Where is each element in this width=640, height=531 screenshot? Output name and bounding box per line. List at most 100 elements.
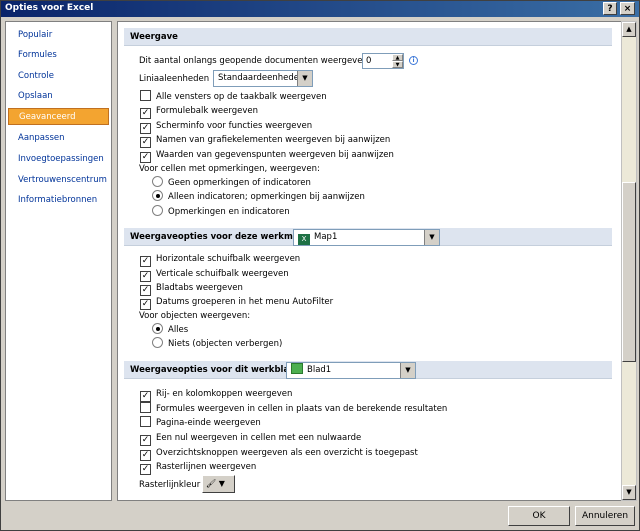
scroll-up-icon[interactable]: ▲ [622, 22, 636, 37]
checkbox-label: Formulebalk weergeven [156, 106, 259, 116]
info-icon: i [409, 56, 418, 65]
radio-button[interactable] [152, 190, 163, 201]
nav-item-invoegtoepassingen[interactable]: Invoegtoepassingen [8, 151, 109, 168]
stepper-buttons[interactable]: ▲ ▼ [392, 54, 403, 68]
recent-docs-label: Dit aantal onlangs geopende documenten w… [139, 56, 371, 66]
radio-label: Opmerkingen en indicatoren [168, 207, 290, 217]
objects-label: Voor objecten weergeven: [139, 311, 251, 321]
workbook-dropdown[interactable]: X Map1 ▼ [293, 229, 440, 246]
nav-item-informatiebronnen[interactable]: Informatiebronnen [8, 192, 109, 209]
ok-button[interactable]: OK [508, 506, 570, 526]
comments-label: Voor cellen met opmerkingen, weergeven: [139, 164, 320, 174]
check-taskbar-windows[interactable]: Alle vensters op de taakbalk weergeven [140, 90, 327, 104]
settings-panel: Weergave Dit aantal onlangs geopende doc… [117, 21, 622, 501]
worksheet-dropdown[interactable]: Blad1 ▼ [286, 362, 416, 379]
check-page-breaks[interactable]: Pagina-einde weergeven [140, 416, 261, 430]
radio-label: Alleen indicatoren; opmerkingen bij aanw… [168, 192, 365, 202]
ruler-units-value: Standaardeenheden [218, 73, 305, 83]
check-show-zero[interactable]: ✓ Een nul weergeven in cellen met een nul… [140, 431, 362, 446]
nav-item-formules[interactable]: Formules [8, 47, 109, 64]
checkbox-label: Rasterlijnen weergeven [156, 462, 257, 472]
gridline-color-picker[interactable]: 🖌 ▼ [202, 475, 235, 493]
worksheet-value: Blad1 [307, 365, 332, 375]
nav-item-vertrouwenscentrum[interactable]: Vertrouwenscentrum [8, 172, 109, 189]
check-sheet-tabs[interactable]: ✓ Bladtabs weergeven [140, 281, 243, 296]
checkbox-label: Scherminfo voor functies weergeven [156, 121, 313, 131]
checkbox[interactable] [140, 90, 151, 101]
checkbox[interactable]: ✓ [140, 391, 151, 402]
checkbox-label: Pagina-einde weergeven [156, 418, 261, 428]
nav-item-geavanceerd[interactable]: Geavanceerd [8, 108, 109, 125]
chevron-down-icon: ▼ [218, 479, 225, 488]
nav-item-aanpassen[interactable]: Aanpassen [8, 130, 109, 147]
checkbox-label: Datums groeperen in het menu AutoFilter [156, 297, 334, 307]
vertical-scrollbar[interactable]: ▲ ▼ [621, 21, 637, 501]
stepper-up-icon[interactable]: ▲ [392, 54, 403, 61]
checkbox[interactable]: ✓ [140, 435, 151, 446]
radio-button[interactable] [152, 205, 163, 216]
check-show-formulas[interactable]: Formules weergeven in cellen in plaats v… [140, 402, 447, 416]
chevron-down-icon: ▼ [400, 363, 415, 378]
radio-button[interactable] [152, 337, 163, 348]
radio-comments-and-indicators[interactable]: Opmerkingen en indicatoren [152, 205, 290, 219]
ruler-units-label: Liniaaleenheden [139, 74, 210, 84]
checkbox[interactable] [140, 416, 151, 427]
scroll-thumb[interactable] [622, 182, 636, 362]
scroll-down-icon[interactable]: ▼ [622, 485, 636, 500]
section-header-weergave: Weergave [124, 28, 612, 46]
checkbox-label: Bladtabs weergeven [156, 283, 243, 293]
radio-hide-objects[interactable]: Niets (objecten verbergen) [152, 337, 282, 351]
options-dialog: Opties voor Excel ? × Populair Formules … [0, 0, 640, 531]
check-formula-bar[interactable]: ✓ Formulebalk weergeven [140, 104, 259, 119]
gridline-color-label: Rasterlijnkleur [139, 480, 201, 490]
chevron-down-icon: ▼ [297, 71, 312, 86]
checkbox-label: Rij- en kolomkoppen weergeven [156, 389, 293, 399]
check-chart-element-names[interactable]: ✓ Namen van grafiekelementen weergeven bi… [140, 133, 391, 148]
radio-button[interactable] [152, 176, 163, 187]
check-horizontal-scrollbar[interactable]: ✓ Horizontale schuifbalk weergeven [140, 252, 301, 267]
checkbox[interactable]: ✓ [140, 464, 151, 475]
category-list: Populair Formules Controle Opslaan Geava… [5, 21, 112, 501]
help-button[interactable]: ? [603, 2, 617, 15]
checkbox-label: Horizontale schuifbalk weergeven [156, 254, 301, 264]
checkbox-label: Overzichtsknoppen weergeven als een over… [156, 448, 418, 458]
checkbox-label: Waarden van gegevenspunten weergeven bij… [156, 150, 394, 160]
check-gridlines[interactable]: ✓ Rasterlijnen weergeven [140, 460, 257, 475]
check-group-dates[interactable]: ✓ Datums groeperen in het menu AutoFilter [140, 295, 334, 310]
checkbox-label: Verticale schuifbalk weergeven [156, 269, 289, 279]
title-bar: Opties voor Excel ? × [1, 1, 639, 17]
checkbox-label: Alle vensters op de taakbalk weergeven [156, 92, 327, 102]
close-button[interactable]: × [620, 2, 635, 15]
paint-bucket-icon: 🖌 [206, 479, 217, 488]
cancel-button[interactable]: Annuleren [575, 506, 635, 526]
recent-docs-value: 0 [366, 56, 372, 66]
radio-no-comments[interactable]: Geen opmerkingen of indicatoren [152, 176, 311, 190]
radio-all-objects[interactable]: Alles [152, 323, 188, 337]
checkbox-label: Een nul weergeven in cellen met een nulw… [156, 433, 362, 443]
worksheet-icon [291, 363, 303, 374]
checkbox[interactable]: ✓ [140, 108, 151, 119]
excel-workbook-icon: X [298, 234, 310, 245]
check-row-column-headers[interactable]: ✓ Rij- en kolomkoppen weergeven [140, 387, 293, 402]
checkbox[interactable] [140, 402, 151, 413]
check-function-tooltips[interactable]: ✓ Scherminfo voor functies weergeven [140, 119, 313, 134]
stepper-down-icon[interactable]: ▼ [392, 61, 403, 68]
checkbox[interactable]: ✓ [140, 137, 151, 148]
nav-item-controle[interactable]: Controle [8, 68, 109, 85]
nav-item-populair[interactable]: Populair [8, 27, 109, 44]
recent-docs-stepper[interactable]: 0 ▲ ▼ [362, 53, 404, 69]
check-vertical-scrollbar[interactable]: ✓ Verticale schuifbalk weergeven [140, 267, 289, 282]
checkbox-label: Formules weergeven in cellen in plaats v… [156, 404, 448, 414]
radio-label: Niets (objecten verbergen) [168, 339, 283, 349]
ruler-units-dropdown[interactable]: Standaardeenheden ▼ [213, 70, 313, 87]
checkbox[interactable]: ✓ [140, 256, 151, 267]
chevron-down-icon: ▼ [424, 230, 439, 245]
check-data-point-values[interactable]: ✓ Waarden van gegevenspunten weergeven bi… [140, 148, 394, 163]
workbook-value: Map1 [314, 232, 338, 242]
window-title: Opties voor Excel [5, 3, 94, 13]
check-outline-symbols[interactable]: ✓ Overzichtsknoppen weergeven als een ove… [140, 446, 418, 461]
nav-item-opslaan[interactable]: Opslaan [8, 88, 109, 105]
radio-button[interactable] [152, 323, 163, 334]
radio-indicators-only[interactable]: Alleen indicatoren; opmerkingen bij aanw… [152, 190, 365, 204]
checkbox-label: Namen van grafiekelementen weergeven bij… [156, 135, 391, 145]
